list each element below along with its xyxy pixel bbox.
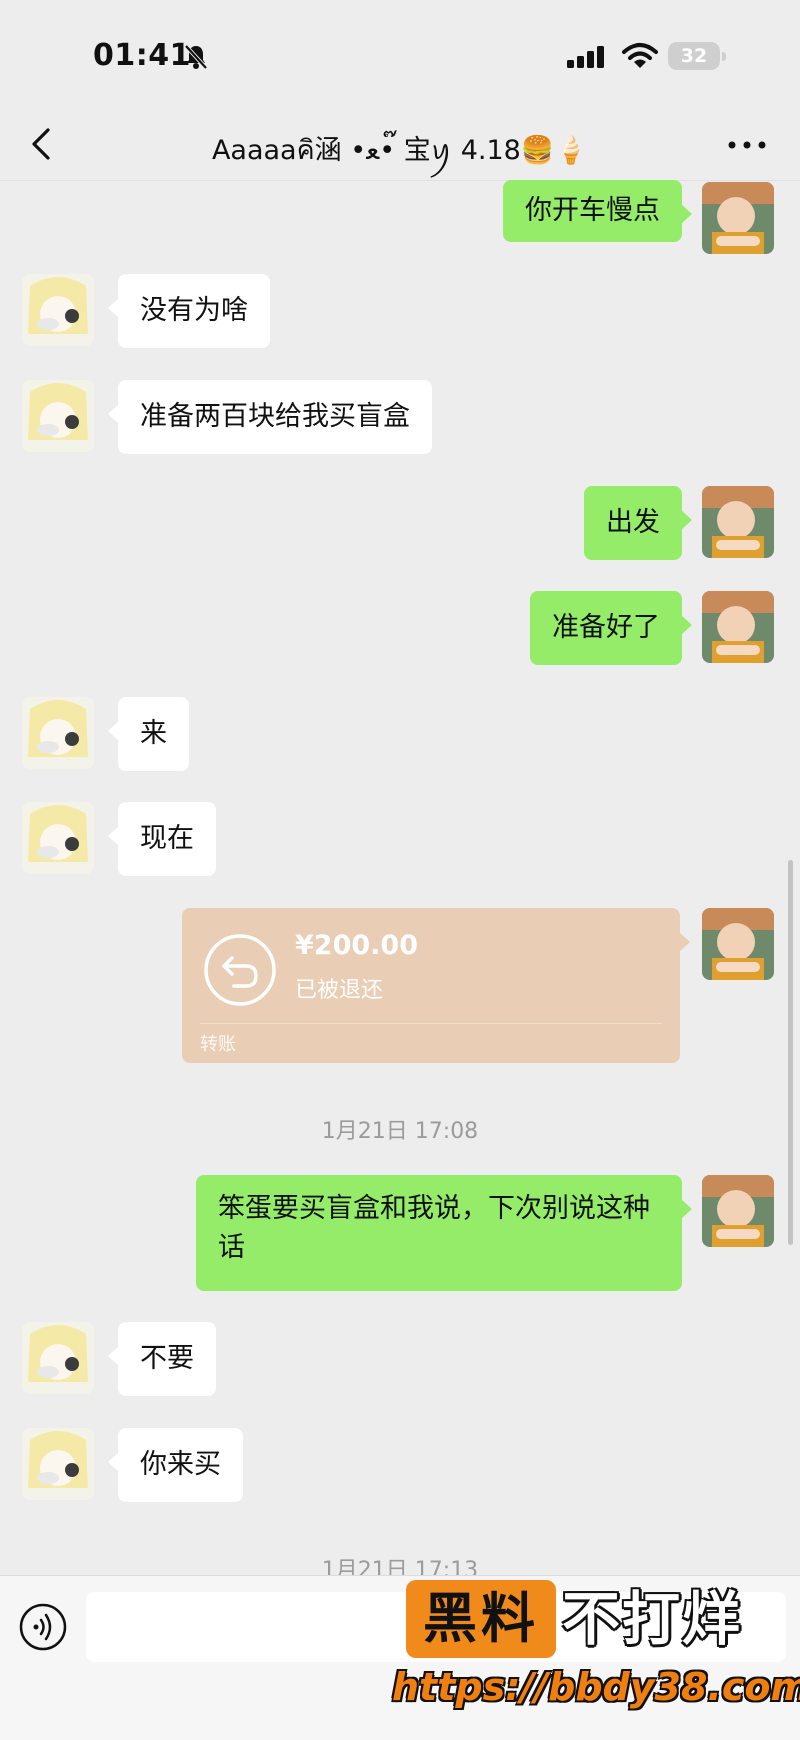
contact-avatar[interactable] bbox=[22, 380, 94, 452]
refund-return-icon bbox=[204, 934, 276, 1006]
divider bbox=[200, 1023, 662, 1024]
baby-avatar-icon bbox=[702, 591, 774, 663]
watermark-text: 不打烊 bbox=[562, 1585, 743, 1653]
clock: 01:41 bbox=[93, 38, 191, 73]
baby-avatar-icon bbox=[702, 908, 774, 980]
baby-avatar-icon bbox=[702, 486, 774, 558]
chat-title: Aaaaaคิ涵 •ﻌ•๊ 宝ꪗ 4.18🍔🍦 bbox=[211, 135, 589, 166]
message-bubble-received[interactable]: 不要 bbox=[108, 1322, 216, 1396]
contact-avatar[interactable] bbox=[22, 1322, 94, 1394]
message-bubble-sent[interactable]: 笨蛋要买盲盒和我说，下次别说这种 话 bbox=[196, 1175, 692, 1291]
my-avatar[interactable] bbox=[702, 1175, 774, 1247]
watermark-badge: 黑料 bbox=[406, 1580, 556, 1658]
message-bubble-received[interactable]: 现在 bbox=[108, 802, 216, 876]
transfer-status: 已被退还 bbox=[295, 978, 384, 1003]
contact-avatar[interactable] bbox=[22, 1428, 94, 1500]
my-avatar[interactable] bbox=[702, 591, 774, 663]
anime-girl-avatar-icon bbox=[22, 802, 94, 874]
anime-girl-avatar-icon bbox=[22, 380, 94, 452]
message-bubble-received[interactable]: 没有为啥 bbox=[108, 274, 270, 348]
transfer-label: 转账 bbox=[200, 1034, 236, 1055]
timestamp: 1月21日 17:08 bbox=[321, 1119, 479, 1144]
scrollbar[interactable] bbox=[788, 860, 793, 1245]
anime-girl-avatar-icon bbox=[22, 697, 94, 769]
my-avatar[interactable] bbox=[702, 908, 774, 980]
anime-girl-avatar-icon bbox=[22, 274, 94, 346]
message-text: 出发 bbox=[606, 507, 660, 538]
message-text: 准备好了 bbox=[552, 612, 660, 643]
message-text: 没有为啥 bbox=[140, 295, 248, 326]
message-text: 你来买 bbox=[140, 1449, 221, 1480]
battery-level: 32 bbox=[680, 45, 708, 67]
contact-avatar[interactable] bbox=[22, 697, 94, 769]
voice-input-icon[interactable] bbox=[18, 1602, 68, 1652]
wifi-icon bbox=[622, 43, 658, 68]
baby-avatar-icon bbox=[702, 1175, 774, 1247]
message-text: 你开车慢点 bbox=[525, 195, 660, 226]
message-bubble-sent[interactable]: 出发 bbox=[584, 486, 692, 560]
message-bubble-received[interactable]: 来 bbox=[108, 697, 189, 771]
message-text: 不要 bbox=[140, 1343, 194, 1374]
anime-girl-avatar-icon bbox=[22, 1322, 94, 1394]
contact-avatar[interactable] bbox=[22, 274, 94, 346]
message-bubble-sent[interactable]: 你开车慢点 bbox=[503, 180, 692, 242]
message-bubble-received[interactable]: 准备两百块给我买盲盒 bbox=[108, 380, 432, 454]
my-avatar[interactable] bbox=[702, 182, 774, 254]
message-text: 现在 bbox=[140, 823, 194, 854]
transfer-amount: ¥200.00 bbox=[295, 930, 418, 961]
chat-header: Aaaaaคิ涵 •ﻌ•๊ 宝ꪗ 4.18🍔🍦 bbox=[0, 110, 800, 181]
watermark-url: https://bbdy38.com bbox=[392, 1665, 800, 1709]
back-chevron-icon[interactable] bbox=[22, 124, 62, 164]
message-text: 来 bbox=[140, 718, 167, 749]
message-text-line: 笨蛋要买盲盒和我说，下次别说这种 bbox=[218, 1193, 650, 1224]
message-bubble-received[interactable]: 你来买 bbox=[108, 1428, 243, 1502]
message-text-line: 话 bbox=[218, 1232, 245, 1263]
anime-girl-avatar-icon bbox=[22, 1428, 94, 1500]
my-avatar[interactable] bbox=[702, 486, 774, 558]
more-options-icon[interactable] bbox=[722, 130, 772, 160]
watermark-badge-text: 黑料 bbox=[423, 1587, 539, 1650]
baby-avatar-icon bbox=[702, 182, 774, 254]
battery-indicator: 32 bbox=[668, 42, 720, 70]
battery-tip bbox=[722, 52, 726, 61]
cellular-signal-icon bbox=[567, 46, 604, 68]
contact-avatar[interactable] bbox=[22, 802, 94, 874]
status-bar: 01:41 32 bbox=[0, 0, 800, 110]
message-bubble-sent[interactable]: 准备好了 bbox=[530, 591, 692, 665]
bell-muted-icon bbox=[184, 44, 208, 70]
message-text: 准备两百块给我买盲盒 bbox=[140, 401, 410, 432]
transfer-card[interactable]: ¥200.00 已被退还 转账 bbox=[182, 908, 690, 1063]
